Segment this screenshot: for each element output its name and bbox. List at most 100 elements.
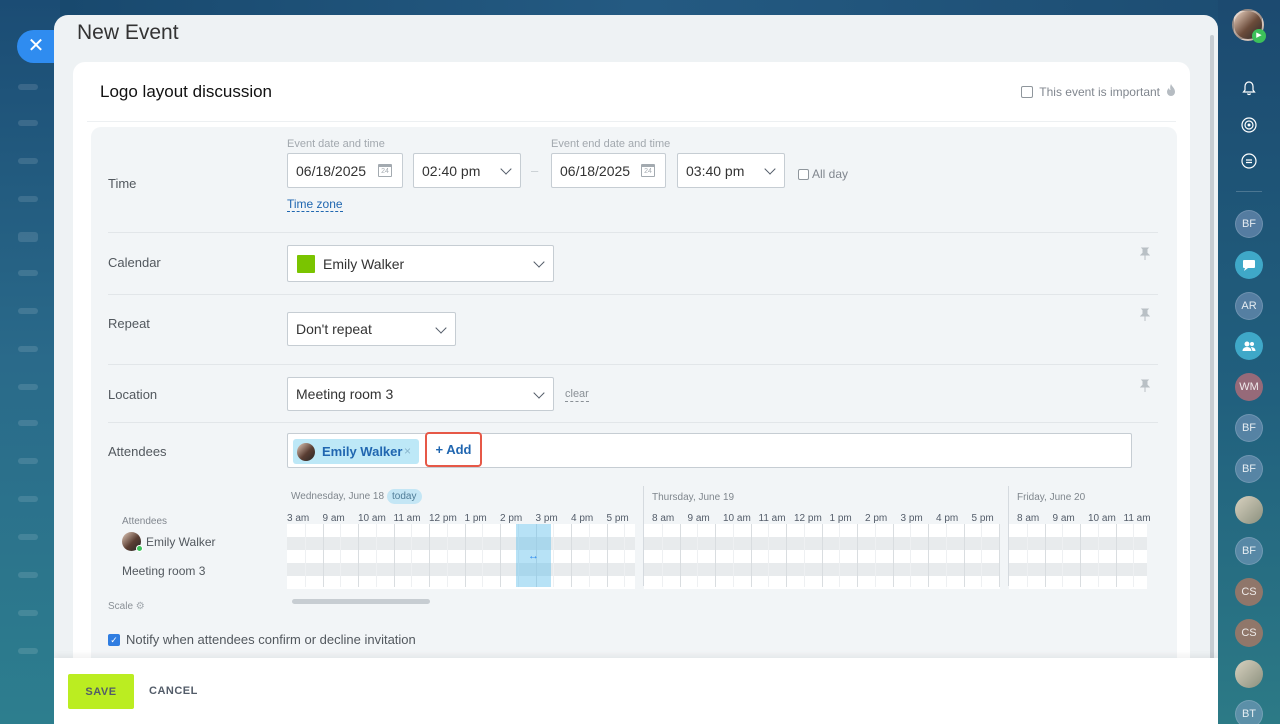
planner-grid-row[interactable]	[287, 576, 635, 589]
planner-grid-line	[375, 524, 377, 587]
save-button[interactable]: SAVE	[68, 674, 134, 709]
calendar-select[interactable]: Emily Walker	[287, 245, 554, 282]
planner-grid-line	[304, 524, 306, 587]
contact-avatar[interactable]: AR	[1235, 292, 1263, 320]
planner-grid-row[interactable]	[287, 537, 635, 550]
start-time-select[interactable]: 02:40 pm	[413, 153, 521, 188]
planner-grid-row[interactable]	[1009, 563, 1147, 576]
end-time-select[interactable]: 03:40 pm	[677, 153, 785, 188]
planner-grid-line	[910, 524, 912, 587]
today-badge: today	[387, 489, 422, 504]
contact-avatar[interactable]: BF	[1235, 414, 1263, 442]
planner-grid-line	[358, 524, 359, 587]
avatar	[297, 442, 315, 461]
background-top	[0, 0, 1280, 16]
planner-grid-line	[446, 524, 448, 587]
planner-hour-label: 2 pm	[500, 513, 523, 524]
add-attendee-button[interactable]: + Add	[425, 432, 482, 467]
bell-icon[interactable]	[1235, 74, 1263, 102]
location-select[interactable]: Meeting room 3	[287, 377, 554, 411]
contact-avatar[interactable]: BF	[1235, 537, 1263, 565]
planner-day-label: Thursday, June 19	[652, 492, 735, 503]
planner-grid-line	[697, 524, 699, 587]
time-selection[interactable]: ↔	[516, 524, 551, 587]
planner-grid-line	[393, 524, 395, 587]
all-day-checkbox[interactable]	[798, 168, 809, 180]
panel-scrollbar[interactable]	[1210, 35, 1214, 665]
range-dash: –	[531, 163, 539, 178]
clear-location-link[interactable]: clear	[565, 388, 589, 402]
planner-hour-label: 12 pm	[429, 513, 457, 524]
play-status-icon: ▶	[1252, 29, 1266, 43]
pin-icon[interactable]	[1139, 308, 1151, 325]
attendee-chip[interactable]: Emily Walker ×	[293, 439, 419, 464]
right-sidebar: ▶ BF AR WM BF BF BF CS CS BT	[1218, 0, 1280, 724]
important-toggle[interactable]: This event is important	[1021, 84, 1176, 100]
new-event-panel: New Event Logo layout discussion This ev…	[54, 15, 1218, 724]
contact-avatar[interactable]: BF	[1235, 455, 1263, 483]
group-icon[interactable]	[1235, 332, 1263, 360]
notify-toggle[interactable]: ✓ Notify when attendees confirm or decli…	[108, 632, 416, 647]
user-avatar[interactable]: ▶	[1232, 9, 1266, 43]
contact-avatar[interactable]: CS	[1235, 619, 1263, 647]
notify-checkbox[interactable]: ✓	[108, 633, 120, 646]
cancel-button[interactable]: CANCEL	[149, 685, 198, 697]
contact-avatar[interactable]: CS	[1235, 578, 1263, 606]
pin-icon[interactable]	[1139, 379, 1151, 396]
planner-hour-label: 4 pm	[936, 513, 959, 524]
important-checkbox[interactable]	[1021, 86, 1034, 98]
calendar-label: Calendar	[108, 255, 161, 270]
planner-grid-row[interactable]	[287, 563, 635, 576]
remove-attendee-icon[interactable]: ×	[404, 444, 411, 458]
planner-hour-label: 3 pm	[535, 513, 558, 524]
chat-refresh-icon[interactable]	[1235, 147, 1263, 175]
time-zone-link[interactable]: Time zone	[287, 197, 343, 212]
chevron-down-icon	[533, 256, 545, 268]
planner-hour-label: 10 am	[723, 513, 751, 524]
pin-icon[interactable]	[1139, 247, 1151, 264]
resize-handle-icon[interactable]: ↔	[528, 550, 539, 562]
contact-avatar[interactable]: BT	[1235, 700, 1263, 724]
avatar	[122, 532, 143, 552]
contact-avatar[interactable]: BF	[1235, 210, 1263, 238]
planner-grid-row[interactable]	[287, 524, 635, 537]
planner-grid-line	[429, 524, 430, 587]
planner-grid-row[interactable]	[1009, 576, 1147, 589]
end-datetime-label: Event end date and time	[551, 138, 671, 150]
planner-grid-line	[322, 524, 324, 587]
event-name-input[interactable]: Logo layout discussion	[100, 82, 272, 102]
planner-hour-label: 3 am	[287, 513, 310, 524]
planner-grid-line	[411, 524, 413, 587]
attendees-input[interactable]: Emily Walker × + Add	[287, 432, 1132, 468]
planner-grid-row[interactable]	[1009, 524, 1147, 537]
planner-grid-row[interactable]	[1009, 537, 1147, 550]
contact-photo-avatar[interactable]	[1235, 660, 1263, 688]
spiral-icon[interactable]	[1235, 111, 1263, 139]
contact-photo-avatar[interactable]	[1235, 496, 1263, 524]
close-icon: ✕	[27, 35, 45, 57]
planner-grid-line	[981, 524, 983, 587]
planner-scrollbar[interactable]	[292, 599, 430, 604]
planner-grid-line	[963, 524, 965, 587]
calendar-icon[interactable]: 24	[641, 164, 655, 177]
planner-grid-line	[571, 524, 572, 587]
planner-grid-line	[482, 524, 484, 587]
chat-bubble-icon[interactable]	[1235, 251, 1263, 279]
planner-hour-label: 3 pm	[900, 513, 923, 524]
contact-avatar[interactable]: WM	[1235, 373, 1263, 401]
planner-grid-row[interactable]	[287, 550, 635, 563]
end-date-input[interactable]: 06/18/2025 24	[551, 153, 666, 188]
planner-grid-line	[715, 524, 716, 587]
planner-hour-label: 9 am	[322, 513, 345, 524]
planner-grid-row[interactable]	[1009, 550, 1147, 563]
planner-grid-line	[821, 524, 823, 587]
repeat-select[interactable]: Don't repeat	[287, 312, 456, 346]
planner-grid-line	[1062, 524, 1064, 587]
planner-day-label: Friday, June 20	[1017, 492, 1086, 503]
gear-icon[interactable]: ⚙	[136, 601, 145, 612]
calendar-icon[interactable]: 24	[378, 164, 392, 177]
start-date-input[interactable]: 06/18/2025 24	[287, 153, 403, 188]
all-day-toggle[interactable]: All day	[798, 167, 848, 181]
planner-grid-line	[803, 524, 805, 587]
scale-control[interactable]: Scale ⚙	[108, 601, 145, 612]
